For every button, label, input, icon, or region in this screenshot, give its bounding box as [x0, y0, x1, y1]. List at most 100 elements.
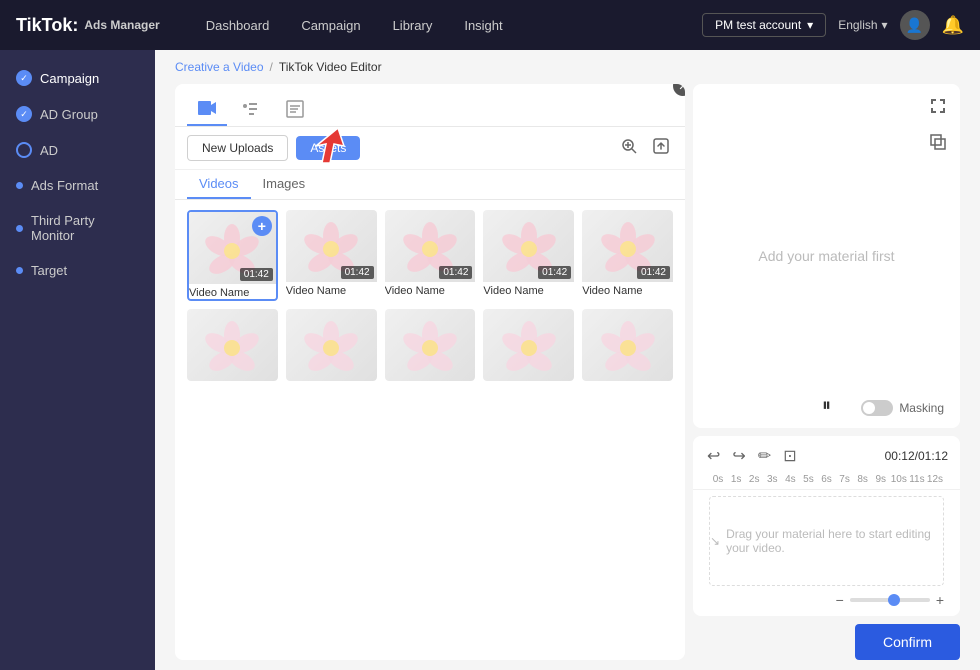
- timeline-toolbar: ↩ ↪ ✏ ⊡ 00:12/01:12: [693, 444, 960, 474]
- ruler-7s: 7s: [836, 474, 854, 485]
- sidebar-item-adgroup[interactable]: ✓ AD Group: [0, 96, 155, 132]
- ruler-11s: 11s: [908, 474, 926, 485]
- drag-hint-text: Drag your material here to start editing…: [726, 527, 943, 555]
- chevron-down-icon: ▾: [807, 18, 813, 32]
- nav-item-campaign[interactable]: Campaign: [285, 0, 376, 50]
- nav-item-library[interactable]: Library: [377, 0, 449, 50]
- bell-icon[interactable]: 🔔: [942, 15, 964, 36]
- crop-icon[interactable]: [924, 128, 952, 156]
- confirm-area: Confirm: [693, 616, 960, 660]
- timeline-track[interactable]: ↘ Drag your material here to start editi…: [709, 496, 944, 586]
- video-name: Video Name: [286, 285, 377, 297]
- video-thumb-10[interactable]: [582, 309, 673, 381]
- zoom-out-button[interactable]: −: [836, 592, 844, 608]
- check-icon: ✓: [16, 106, 32, 122]
- video-thumb-7[interactable]: [286, 309, 377, 381]
- preview-area: Add your material first ⏸ Masking: [693, 84, 960, 428]
- redo-button[interactable]: ↪: [730, 444, 747, 468]
- breadcrumb-current: TikTok Video Editor: [279, 60, 382, 74]
- nav-item-insight[interactable]: Insight: [448, 0, 518, 50]
- undo-button[interactable]: ↩: [705, 444, 722, 468]
- main-layout: ✓ Campaign ✓ AD Group AD Ads Format Thir…: [0, 50, 980, 670]
- video-thumb-5[interactable]: 01:42 Video Name: [582, 210, 673, 301]
- edit-button[interactable]: ✏: [756, 444, 773, 468]
- upload-icon[interactable]: [649, 136, 673, 161]
- sidebar-label: Ads Format: [31, 178, 98, 193]
- crop-timeline-button[interactable]: ⊡: [781, 444, 798, 468]
- zoom-slider[interactable]: [850, 598, 930, 602]
- ruler-3s: 3s: [763, 474, 781, 485]
- video-thumb-1[interactable]: + 01:42 Video Name: [187, 210, 278, 301]
- video-name: Video Name: [483, 285, 574, 297]
- video-duration: 01:42: [538, 266, 571, 279]
- ruler-8s: 8s: [854, 474, 872, 485]
- sidebar-label: Third Party Monitor: [31, 213, 139, 243]
- right-panel: Add your material first ⏸ Masking ↩ ↪ ✏: [693, 84, 960, 660]
- time-current: 00:12: [885, 449, 915, 463]
- sidebar-item-ad[interactable]: AD: [0, 132, 155, 168]
- media-tabs: Videos Images: [175, 170, 685, 200]
- masking-toggle[interactable]: [861, 400, 893, 416]
- zoom-in-button[interactable]: +: [936, 592, 944, 608]
- ruler-2s: 2s: [745, 474, 763, 485]
- confirm-button[interactable]: Confirm: [855, 624, 960, 660]
- video-name: Video Name: [582, 285, 673, 297]
- ruler-6s: 6s: [817, 474, 835, 485]
- breadcrumb-link[interactable]: Creative a Video: [175, 60, 264, 74]
- ruler-5s: 5s: [799, 474, 817, 485]
- left-panel: ✕ New Uploads Assets: [175, 84, 685, 660]
- video-thumb-9[interactable]: [483, 309, 574, 381]
- editor-container: ✕ New Uploads Assets: [155, 84, 980, 670]
- ruler-10s: 10s: [890, 474, 908, 485]
- sidebar-label: Campaign: [40, 71, 99, 86]
- ruler-4s: 4s: [781, 474, 799, 485]
- chevron-down-icon: ▾: [882, 18, 888, 32]
- circle-icon: [16, 142, 32, 158]
- asset-controls: New Uploads Assets: [175, 127, 685, 170]
- account-button[interactable]: PM test account ▾: [702, 13, 826, 37]
- sidebar-item-third-party-monitor[interactable]: Third Party Monitor: [0, 203, 155, 253]
- pause-button[interactable]: ⏸: [822, 395, 831, 416]
- video-duration: 01:42: [439, 266, 472, 279]
- new-uploads-button[interactable]: New Uploads: [187, 135, 288, 161]
- zoom-handle[interactable]: [888, 594, 900, 606]
- masking-control: Masking: [861, 400, 944, 416]
- nav-item-dashboard[interactable]: Dashboard: [190, 0, 286, 50]
- video-name: Video Name: [189, 287, 276, 299]
- ruler-0s: 0s: [709, 474, 727, 485]
- language-label: English: [838, 18, 877, 32]
- timeline-ruler: 0s 1s 2s 3s 4s 5s 6s 7s 8s 9s 10s 11s 12…: [693, 474, 960, 490]
- ruler-1s: 1s: [727, 474, 745, 485]
- video-thumb-4[interactable]: 01:42 Video Name: [483, 210, 574, 301]
- language-button[interactable]: English ▾: [838, 18, 887, 32]
- drag-hint: ↘ Drag your material here to start editi…: [710, 527, 943, 555]
- avatar[interactable]: 👤: [900, 10, 930, 40]
- video-grid: + 01:42 Video Name 01:42 Video Name: [175, 200, 685, 660]
- preview-controls: [924, 92, 952, 156]
- video-thumb-3[interactable]: 01:42 Video Name: [385, 210, 476, 301]
- video-thumb-8[interactable]: [385, 309, 476, 381]
- sidebar-item-target[interactable]: Target: [0, 253, 155, 288]
- sidebar-label: Target: [31, 263, 67, 278]
- video-thumb-6[interactable]: [187, 309, 278, 381]
- tab-video[interactable]: [187, 92, 227, 126]
- video-duration: 01:42: [637, 266, 670, 279]
- nav-right: PM test account ▾ English ▾ 👤 🔔: [702, 10, 964, 40]
- sidebar-item-ads-format[interactable]: Ads Format: [0, 168, 155, 203]
- ads-manager-label: Ads Manager: [84, 18, 159, 32]
- sidebar-item-campaign[interactable]: ✓ Campaign: [0, 60, 155, 96]
- time-total: 01:12: [918, 449, 948, 463]
- tab-images[interactable]: Images: [251, 170, 318, 199]
- breadcrumb: Creative a Video / TikTok Video Editor: [155, 50, 980, 84]
- zoom-icon[interactable]: [617, 136, 641, 161]
- fullscreen-icon[interactable]: [924, 92, 952, 120]
- nav-items: Dashboard Campaign Library Insight: [190, 0, 702, 50]
- tab-audio[interactable]: [231, 92, 271, 126]
- video-name: Video Name: [385, 285, 476, 297]
- tab-text[interactable]: [275, 92, 315, 126]
- video-duration: 01:42: [240, 268, 273, 281]
- tab-videos[interactable]: Videos: [187, 170, 251, 199]
- brand-logo[interactable]: TikTok: Ads Manager: [16, 15, 160, 36]
- video-thumb-2[interactable]: 01:42 Video Name: [286, 210, 377, 301]
- panel-tabs: [175, 84, 685, 127]
